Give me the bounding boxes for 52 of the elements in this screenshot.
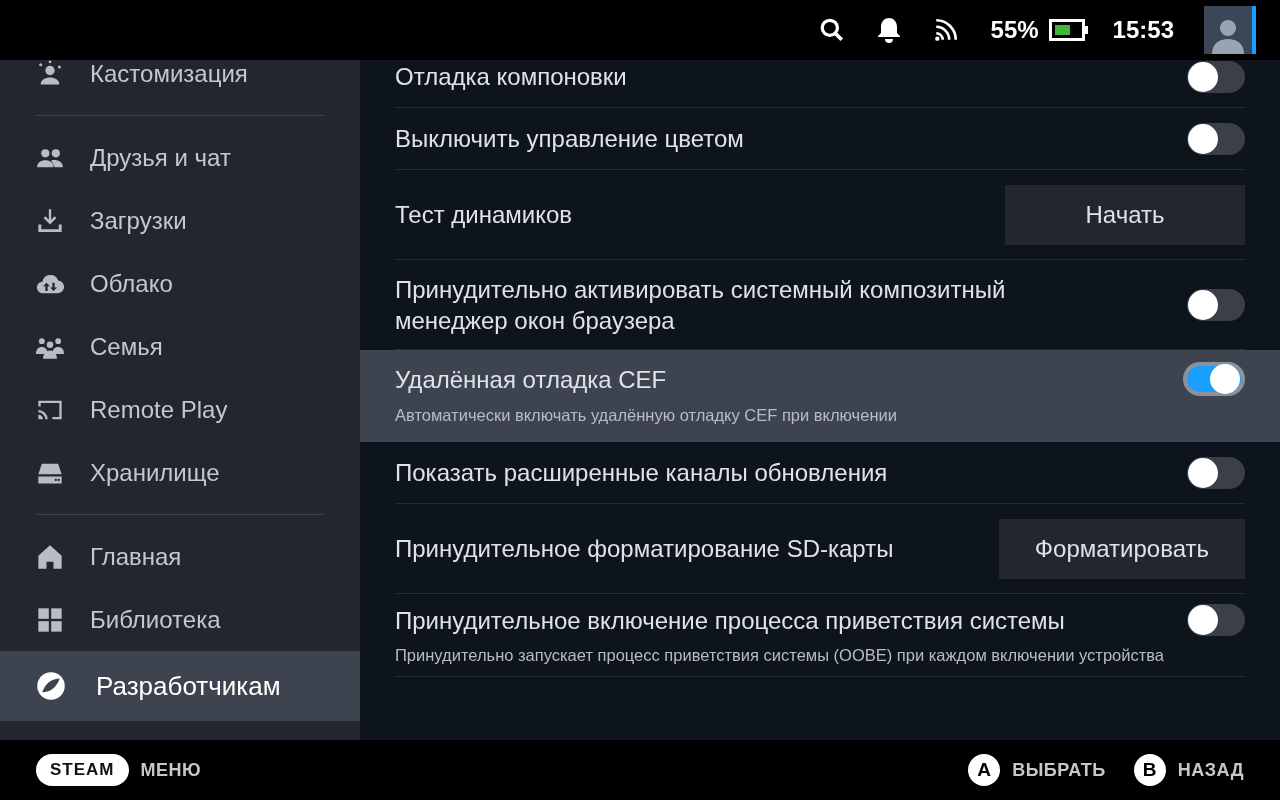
controller-key: B (1133, 754, 1166, 786)
setting-row[interactable]: Выключить управление цветом (360, 108, 1280, 170)
setting-label: Выключить управление цветом (395, 124, 744, 154)
sidebar-item[interactable]: Загрузки (0, 189, 360, 252)
search-icon[interactable] (818, 17, 845, 43)
bell-icon[interactable] (876, 17, 901, 43)
battery-percent: 55% (990, 16, 1039, 44)
avatar[interactable] (1204, 6, 1256, 54)
sidebar-item[interactable]: Remote Play (0, 378, 360, 441)
toggle-switch[interactable] (1187, 60, 1245, 93)
toggle-switch[interactable] (1187, 122, 1245, 155)
sidebar-item[interactable]: Семья (0, 315, 360, 378)
setting-row[interactable]: Принудительное включение процесса приветствия системы Принудительно запускает процесс приветствия системы (OOBE) при каждом включении устройства (360, 594, 1280, 677)
steam-button[interactable]: STEAM (36, 754, 129, 786)
sidebar-item[interactable]: Библиотека (0, 588, 360, 651)
clock-time: 15:53 (1112, 16, 1174, 44)
setting-label: Тест динамиков (395, 200, 573, 230)
sidebar-item[interactable]: Разработчикам (0, 651, 360, 721)
setting-label: Удалённая отладка CEF (395, 364, 667, 395)
setting-label: Принудительное форматирование SD-карты (395, 534, 894, 564)
setting-row[interactable]: Тест динамиков Начать (360, 170, 1280, 260)
setting-label: Отладка компоновки (395, 62, 627, 92)
action-button[interactable]: Форматировать (998, 518, 1245, 579)
grid-icon (36, 605, 64, 634)
controller-key: A (968, 754, 1001, 786)
action-label: ВЫБРАТЬ (1012, 759, 1106, 781)
setting-description: Автоматически включать удалённую отладку CEF при включении (395, 405, 898, 426)
action-button[interactable]: Начать (1005, 184, 1245, 245)
sidebar-item[interactable]: Облако (0, 252, 360, 315)
setting-row[interactable]: Принудительное форматирование SD-карты Форматировать (360, 504, 1280, 594)
setting-row[interactable]: Показать расширенные каналы обновления (360, 442, 1280, 504)
setting-label: Принудительное включение процесса приветствия системы (395, 605, 1065, 636)
signal-icon[interactable] (932, 17, 959, 43)
battery-icon[interactable] (1048, 18, 1089, 42)
sidebar-item[interactable]: Главная (0, 525, 360, 588)
action-label: НАЗАД (1177, 759, 1244, 781)
sidebar-item[interactable]: Хранилище (0, 441, 360, 504)
toggle-switch[interactable] (1183, 362, 1245, 396)
setting-row[interactable]: Отладка компоновки (360, 60, 1280, 108)
person-sparkle-icon (36, 60, 64, 88)
toggle-switch[interactable] (1187, 288, 1245, 321)
sidebar-item[interactable]: Кастомизация (0, 60, 360, 105)
circle-icon (36, 671, 66, 701)
setting-label: Принудительно активировать системный композитный менеджер окон браузера (395, 274, 1007, 336)
menu-label: МЕНЮ (140, 759, 202, 781)
setting-row[interactable]: Удалённая отладка CEF Автоматически включать удалённую отладку CEF при включении (360, 350, 1280, 442)
sidebar-item[interactable]: Друзья и чат (0, 126, 360, 189)
download-icon (36, 206, 64, 235)
toggle-switch[interactable] (1187, 604, 1245, 636)
setting-label: Показать расширенные каналы обновления (395, 458, 888, 488)
toggle-switch[interactable] (1187, 456, 1245, 489)
setting-description: Принудительно запускает процесс приветствия системы (OOBE) при каждом включении устройства (395, 645, 1166, 666)
